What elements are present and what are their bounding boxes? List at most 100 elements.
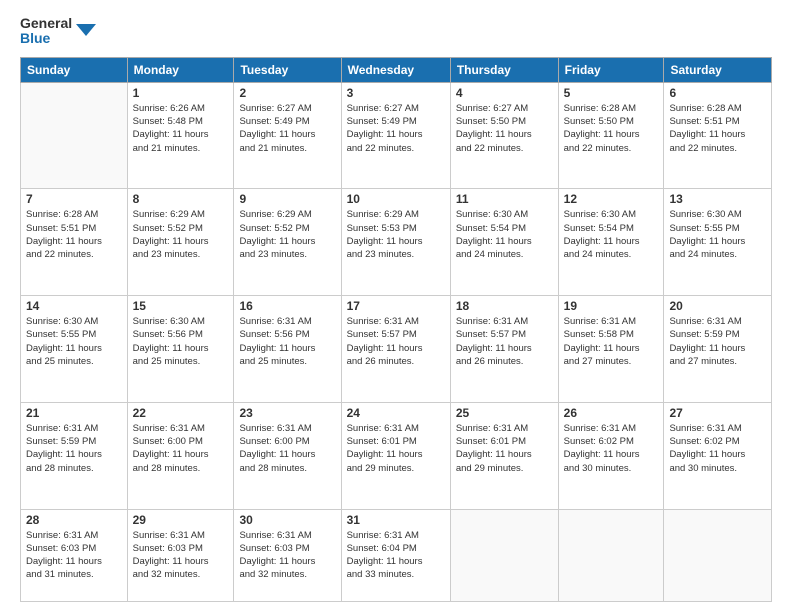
logo-triangle-icon: [76, 16, 96, 46]
day-info: Sunrise: 6:30 AM Sunset: 5:55 PM Dayligh…: [26, 315, 122, 368]
day-info: Sunrise: 6:31 AM Sunset: 6:02 PM Dayligh…: [564, 422, 659, 475]
weekday-header-friday: Friday: [558, 57, 664, 82]
day-info: Sunrise: 6:28 AM Sunset: 5:50 PM Dayligh…: [564, 102, 659, 155]
day-number: 21: [26, 406, 122, 420]
calendar-cell: 5 Sunrise: 6:28 AM Sunset: 5:50 PM Daylig…: [558, 82, 664, 189]
calendar-cell: 10Sunrise: 6:29 AM Sunset: 5:53 PM Dayli…: [341, 189, 450, 296]
day-number: 27: [669, 406, 766, 420]
day-info: Sunrise: 6:28 AM Sunset: 5:51 PM Dayligh…: [26, 208, 122, 261]
calendar-cell: 12 Sunrise: 6:30 AM Sunset: 5:54 PM Dayli…: [558, 189, 664, 296]
calendar-cell: 29 Sunrise: 6:31 AM Sunset: 6:03 PM Dayli…: [127, 509, 234, 601]
day-info: Sunrise: 6:31 AM Sunset: 5:59 PM Dayligh…: [26, 422, 122, 475]
calendar-cell: 31 Sunrise: 6:31 AM Sunset: 6:04 PM Dayli…: [341, 509, 450, 601]
day-info: Sunrise: 6:31 AM Sunset: 5:57 PM Dayligh…: [347, 315, 445, 368]
day-info: Sunrise: 6:31 AM Sunset: 6:03 PM Dayligh…: [239, 529, 335, 582]
day-number: 30: [239, 513, 335, 527]
day-number: 3: [347, 86, 445, 100]
day-number: 12: [564, 192, 659, 206]
calendar-week-row: 28 Sunrise: 6:31 AM Sunset: 6:03 PM Dayli…: [21, 509, 772, 601]
day-number: 16: [239, 299, 335, 313]
calendar-cell: 20 Sunrise: 6:31 AM Sunset: 5:59 PM Dayli…: [664, 296, 772, 403]
day-info: Sunrise: 6:27 AM Sunset: 5:50 PM Dayligh…: [456, 102, 553, 155]
day-number: 5: [564, 86, 659, 100]
calendar-cell: 27Sunrise: 6:31 AM Sunset: 6:02 PM Dayli…: [664, 402, 772, 509]
header: General Blue: [20, 16, 772, 47]
day-number: 7: [26, 192, 122, 206]
day-info: Sunrise: 6:31 AM Sunset: 5:57 PM Dayligh…: [456, 315, 553, 368]
day-info: Sunrise: 6:31 AM Sunset: 5:56 PM Dayligh…: [239, 315, 335, 368]
day-number: 31: [347, 513, 445, 527]
day-info: Sunrise: 6:31 AM Sunset: 6:03 PM Dayligh…: [26, 529, 122, 582]
weekday-header-sunday: Sunday: [21, 57, 128, 82]
day-info: Sunrise: 6:30 AM Sunset: 5:55 PM Dayligh…: [669, 208, 766, 261]
calendar-week-row: 1 Sunrise: 6:26 AM Sunset: 5:48 PM Daylig…: [21, 82, 772, 189]
calendar-cell: 25Sunrise: 6:31 AM Sunset: 6:01 PM Dayli…: [450, 402, 558, 509]
day-number: 15: [133, 299, 229, 313]
day-info: Sunrise: 6:31 AM Sunset: 6:00 PM Dayligh…: [239, 422, 335, 475]
day-number: 13: [669, 192, 766, 206]
calendar-cell: [21, 82, 128, 189]
calendar-cell: 26 Sunrise: 6:31 AM Sunset: 6:02 PM Dayli…: [558, 402, 664, 509]
calendar-cell: 17 Sunrise: 6:31 AM Sunset: 5:57 PM Dayli…: [341, 296, 450, 403]
day-info: Sunrise: 6:31 AM Sunset: 5:58 PM Dayligh…: [564, 315, 659, 368]
calendar-cell: 14 Sunrise: 6:30 AM Sunset: 5:55 PM Dayli…: [21, 296, 128, 403]
calendar-cell: 23 Sunrise: 6:31 AM Sunset: 6:00 PM Dayli…: [234, 402, 341, 509]
day-info: Sunrise: 6:26 AM Sunset: 5:48 PM Dayligh…: [133, 102, 229, 155]
day-number: 24: [347, 406, 445, 420]
calendar-cell: 15 Sunrise: 6:30 AM Sunset: 5:56 PM Dayli…: [127, 296, 234, 403]
calendar-cell: [450, 509, 558, 601]
day-number: 20: [669, 299, 766, 313]
day-number: 11: [456, 192, 553, 206]
day-number: 9: [239, 192, 335, 206]
day-info: Sunrise: 6:28 AM Sunset: 5:51 PM Dayligh…: [669, 102, 766, 155]
day-number: 28: [26, 513, 122, 527]
calendar-cell: [664, 509, 772, 601]
calendar-cell: 1 Sunrise: 6:26 AM Sunset: 5:48 PM Daylig…: [127, 82, 234, 189]
weekday-header-saturday: Saturday: [664, 57, 772, 82]
calendar-week-row: 14 Sunrise: 6:30 AM Sunset: 5:55 PM Dayli…: [21, 296, 772, 403]
day-number: 14: [26, 299, 122, 313]
day-info: Sunrise: 6:30 AM Sunset: 5:54 PM Dayligh…: [564, 208, 659, 261]
logo-general-text: General: [20, 16, 72, 31]
day-number: 25: [456, 406, 553, 420]
day-number: 18: [456, 299, 553, 313]
calendar-cell: 8 Sunrise: 6:29 AM Sunset: 5:52 PM Daylig…: [127, 189, 234, 296]
calendar-cell: 30 Sunrise: 6:31 AM Sunset: 6:03 PM Dayli…: [234, 509, 341, 601]
day-info: Sunrise: 6:29 AM Sunset: 5:53 PM Dayligh…: [347, 208, 445, 261]
calendar-cell: 11Sunrise: 6:30 AM Sunset: 5:54 PM Dayli…: [450, 189, 558, 296]
day-number: 19: [564, 299, 659, 313]
calendar-cell: 7 Sunrise: 6:28 AM Sunset: 5:51 PM Daylig…: [21, 189, 128, 296]
day-info: Sunrise: 6:29 AM Sunset: 5:52 PM Dayligh…: [239, 208, 335, 261]
logo: General Blue: [20, 16, 96, 47]
calendar-cell: 22Sunrise: 6:31 AM Sunset: 6:00 PM Dayli…: [127, 402, 234, 509]
day-number: 29: [133, 513, 229, 527]
calendar-cell: 13 Sunrise: 6:30 AM Sunset: 5:55 PM Dayli…: [664, 189, 772, 296]
day-number: 26: [564, 406, 659, 420]
calendar-cell: 18 Sunrise: 6:31 AM Sunset: 5:57 PM Dayli…: [450, 296, 558, 403]
calendar-cell: 4Sunrise: 6:27 AM Sunset: 5:50 PM Daylig…: [450, 82, 558, 189]
day-number: 6: [669, 86, 766, 100]
calendar-cell: 24Sunrise: 6:31 AM Sunset: 6:01 PM Dayli…: [341, 402, 450, 509]
day-info: Sunrise: 6:29 AM Sunset: 5:52 PM Dayligh…: [133, 208, 229, 261]
weekday-header-monday: Monday: [127, 57, 234, 82]
day-info: Sunrise: 6:31 AM Sunset: 5:59 PM Dayligh…: [669, 315, 766, 368]
day-number: 23: [239, 406, 335, 420]
calendar-cell: 3 Sunrise: 6:27 AM Sunset: 5:49 PM Daylig…: [341, 82, 450, 189]
calendar-week-row: 21 Sunrise: 6:31 AM Sunset: 5:59 PM Dayli…: [21, 402, 772, 509]
logo-blue-text: Blue: [20, 31, 72, 46]
weekday-header-tuesday: Tuesday: [234, 57, 341, 82]
calendar-cell: [558, 509, 664, 601]
day-info: Sunrise: 6:27 AM Sunset: 5:49 PM Dayligh…: [239, 102, 335, 155]
calendar-cell: 21 Sunrise: 6:31 AM Sunset: 5:59 PM Dayli…: [21, 402, 128, 509]
calendar-cell: 2 Sunrise: 6:27 AM Sunset: 5:49 PM Daylig…: [234, 82, 341, 189]
day-info: Sunrise: 6:27 AM Sunset: 5:49 PM Dayligh…: [347, 102, 445, 155]
calendar-cell: 16 Sunrise: 6:31 AM Sunset: 5:56 PM Dayli…: [234, 296, 341, 403]
day-info: Sunrise: 6:30 AM Sunset: 5:56 PM Dayligh…: [133, 315, 229, 368]
weekday-header-wednesday: Wednesday: [341, 57, 450, 82]
day-number: 2: [239, 86, 335, 100]
day-number: 8: [133, 192, 229, 206]
day-info: Sunrise: 6:31 AM Sunset: 6:04 PM Dayligh…: [347, 529, 445, 582]
day-number: 1: [133, 86, 229, 100]
day-info: Sunrise: 6:31 AM Sunset: 6:03 PM Dayligh…: [133, 529, 229, 582]
day-number: 17: [347, 299, 445, 313]
